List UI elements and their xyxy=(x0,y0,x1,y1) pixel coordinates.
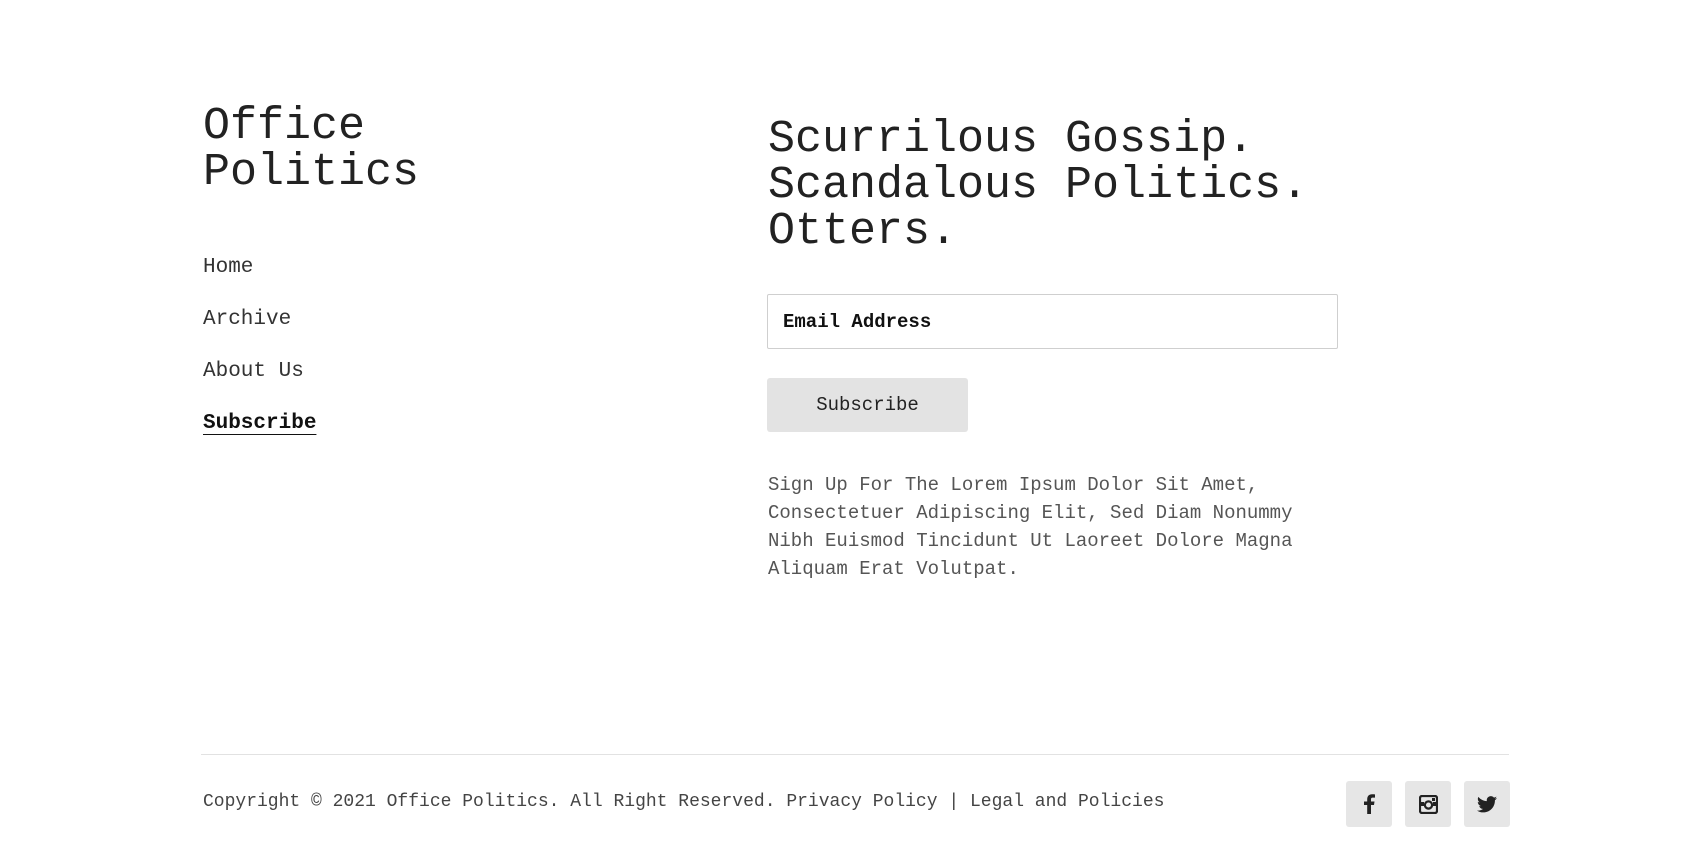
legal-policies-link[interactable]: Legal and Policies xyxy=(970,792,1164,812)
site-title[interactable]: Office Politics xyxy=(203,104,523,196)
hero-headline: Scurrilous Gossip. Scandalous Politics. … xyxy=(768,117,1408,255)
page: Office Politics Home Archive About Us Su… xyxy=(0,0,1700,846)
facebook-button[interactable] xyxy=(1346,781,1392,827)
nav-item-archive[interactable]: Archive xyxy=(203,306,291,358)
nav-item-home[interactable]: Home xyxy=(203,254,253,306)
signup-description: Sign Up For The Lorem Ipsum Dolor Sit Am… xyxy=(768,474,1293,580)
privacy-policy-link[interactable]: Privacy Policy xyxy=(786,792,937,812)
site-title-line-1: Office xyxy=(203,101,366,152)
site-title-line-2: Politics xyxy=(203,147,420,198)
nav-item-subscribe[interactable]: Subscribe xyxy=(203,410,316,462)
instagram-icon xyxy=(1418,794,1438,814)
facebook-icon xyxy=(1363,794,1375,814)
headline-line-2: Scandalous Politics. xyxy=(768,160,1309,211)
social-links xyxy=(1346,781,1510,827)
copyright-text: Copyright © 2021 Office Politics. All Ri… xyxy=(203,792,776,812)
twitter-icon xyxy=(1477,795,1497,813)
instagram-button[interactable] xyxy=(1405,781,1451,827)
main-nav: Home Archive About Us Subscribe xyxy=(203,254,316,462)
footer-text: Copyright © 2021 Office Politics. All Ri… xyxy=(203,790,1164,814)
headline-line-3: Otters. xyxy=(768,206,958,257)
email-field[interactable] xyxy=(767,294,1338,349)
twitter-button[interactable] xyxy=(1464,781,1510,827)
headline-line-1: Scurrilous Gossip. xyxy=(768,114,1255,165)
subscribe-button[interactable]: Subscribe xyxy=(767,378,968,432)
nav-item-about-us[interactable]: About Us xyxy=(203,358,304,410)
footer-divider xyxy=(201,754,1509,755)
footer-separator: | xyxy=(948,792,960,812)
